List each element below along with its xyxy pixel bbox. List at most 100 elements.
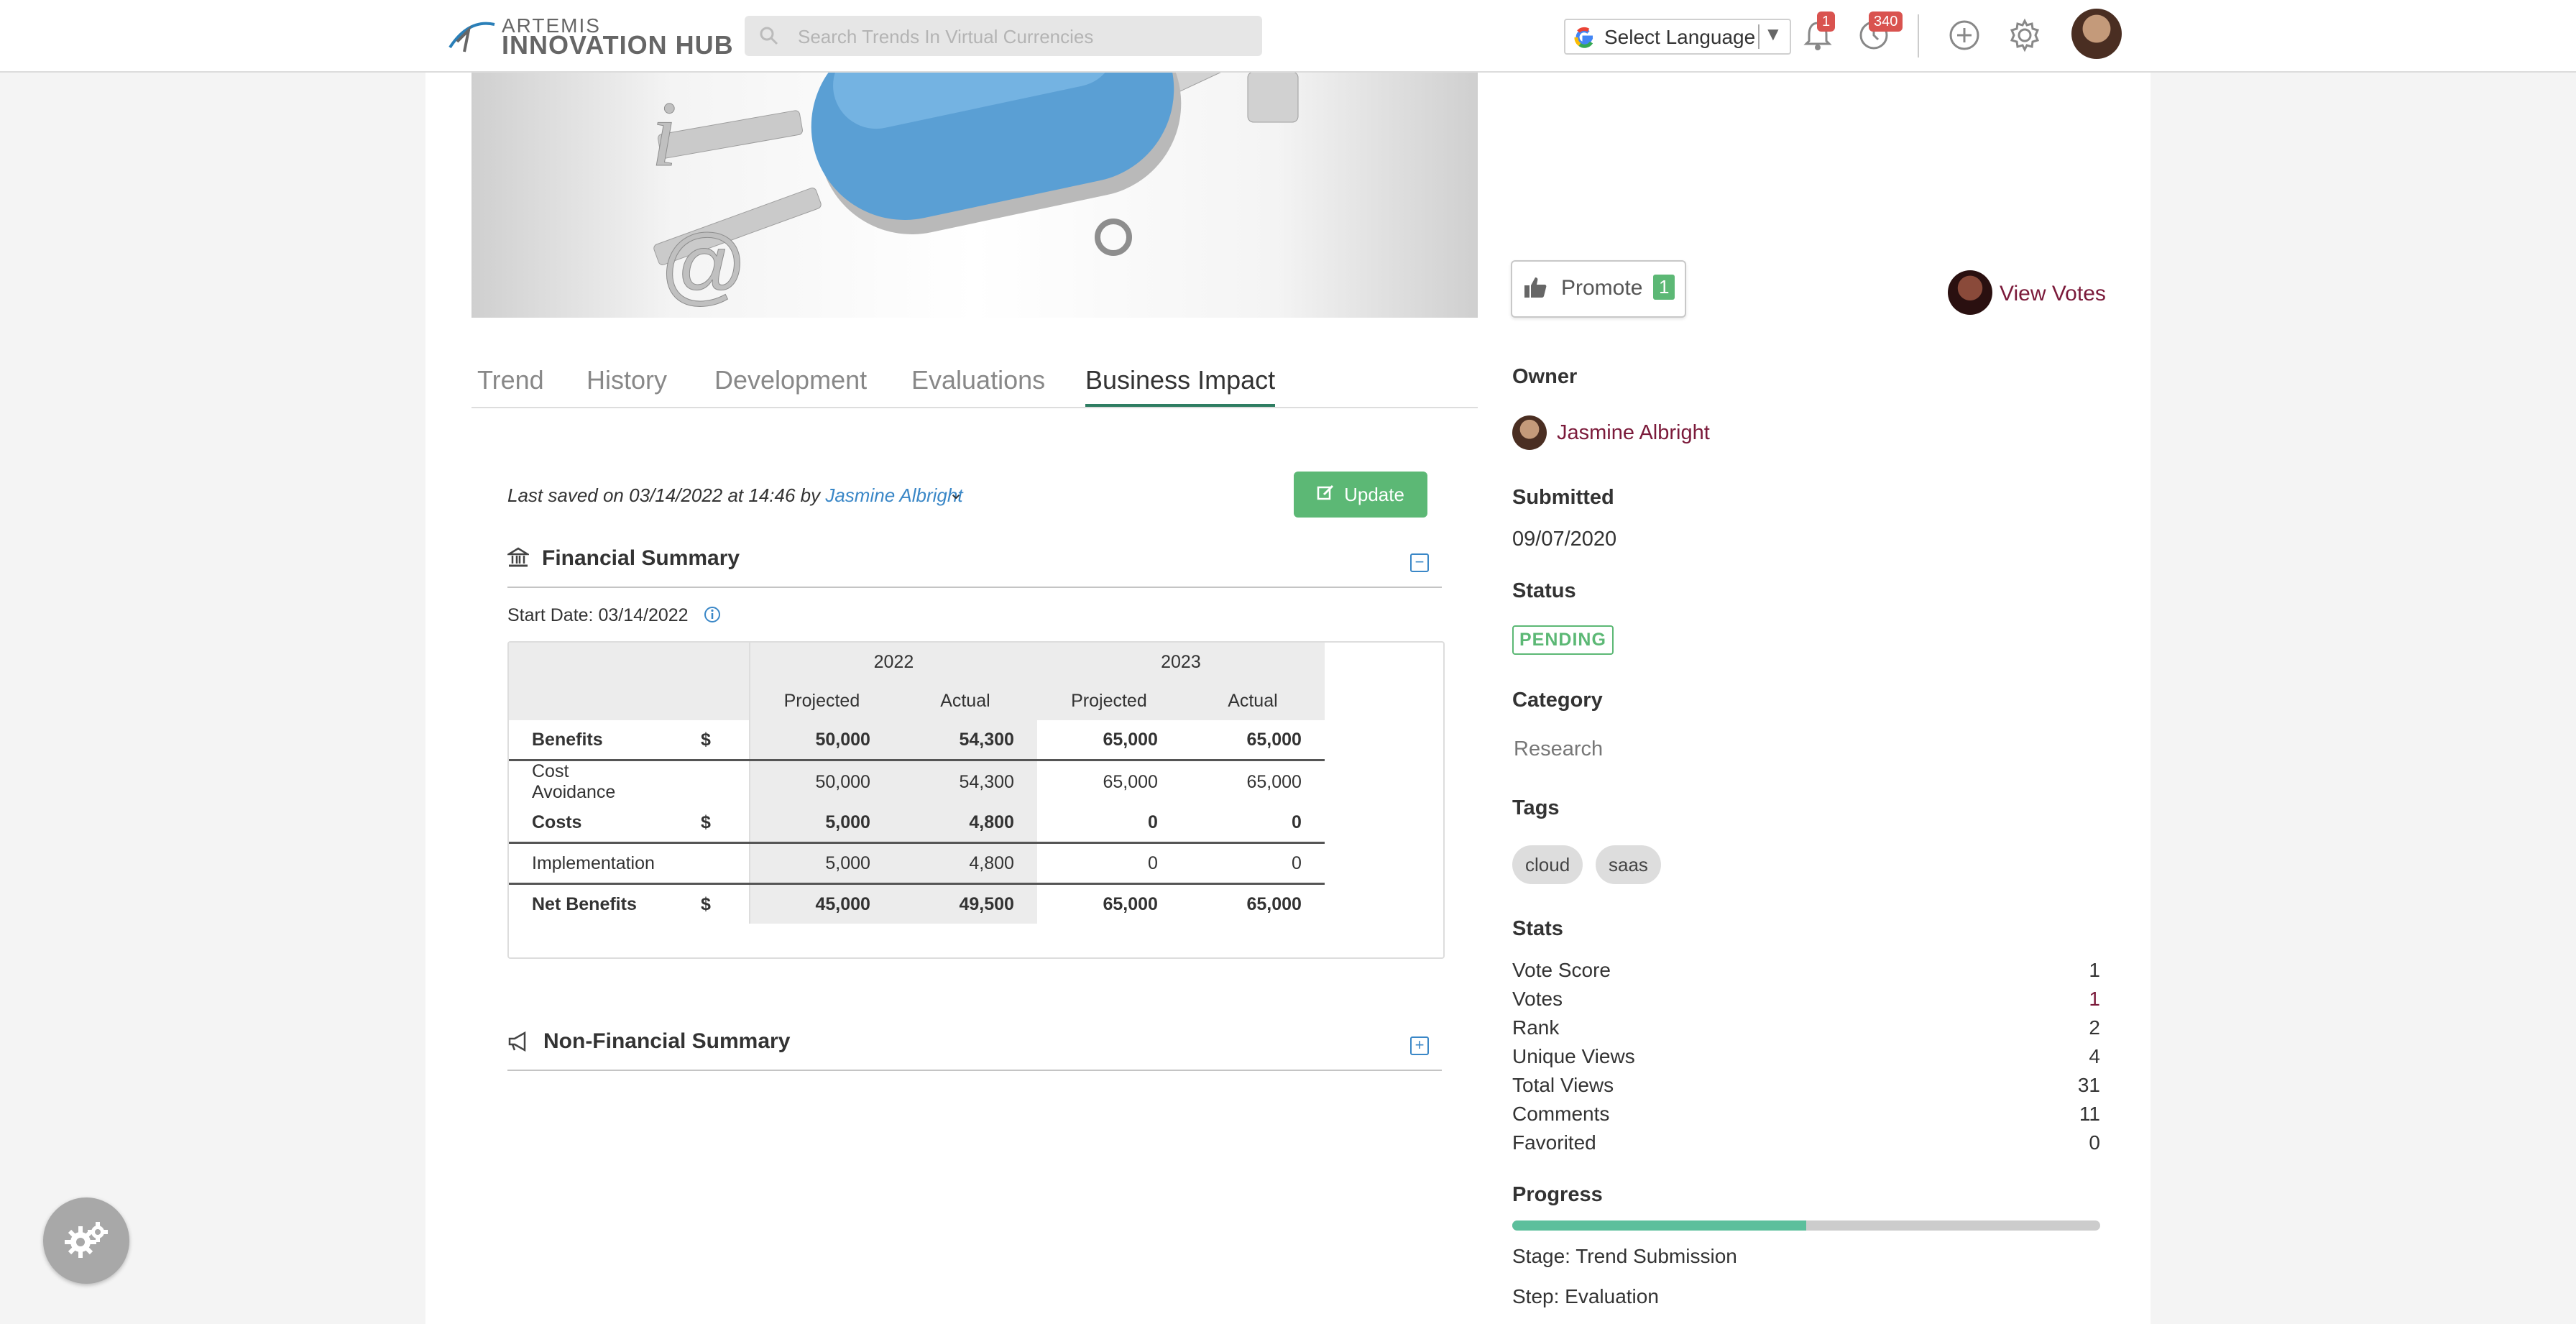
megaphone-icon	[507, 1031, 530, 1056]
last-saved-text: Last saved on 03/14/2022 at 14:46 by Jas…	[507, 484, 963, 507]
promote-count-badge: 1	[1653, 275, 1675, 300]
cell-value: 0	[1180, 842, 1325, 885]
top-navigation-bar: ARTEMIS INNOVATION HUB Select Language ▼…	[0, 0, 2576, 73]
tab-business-impact[interactable]: Business Impact	[1085, 365, 1276, 407]
detail-tabs: Trend History Development Evaluations Bu…	[472, 359, 1478, 408]
last-saved-user-link[interactable]: Jasmine Albright	[825, 484, 962, 506]
language-label: Select Language	[1604, 26, 1756, 48]
info-icon[interactable]	[703, 605, 722, 624]
gears-icon	[65, 1222, 108, 1258]
google-g-icon	[1571, 24, 1597, 50]
submitted-date: 09/07/2020	[1512, 528, 1617, 551]
cell-value: 65,000	[1180, 720, 1325, 761]
progress-bar	[1512, 1220, 2100, 1231]
votes-value-link[interactable]: 1	[2089, 988, 2100, 1011]
stat-label: Comments	[1512, 1103, 1610, 1125]
cell-value: 4,800	[893, 803, 1037, 844]
stat-row: Total Views 31	[1512, 1074, 2100, 1097]
add-circle-icon[interactable]	[1946, 17, 1982, 53]
table-corner	[509, 643, 750, 720]
tab-history[interactable]: History	[586, 365, 667, 404]
logo-swoosh-icon	[447, 16, 497, 56]
promote-label: Promote	[1561, 276, 1643, 300]
category-label: Category	[1512, 689, 1603, 712]
tab-development[interactable]: Development	[714, 365, 867, 404]
cell-value: 54,300	[893, 760, 1037, 803]
column-header: Actual	[893, 681, 1037, 720]
cell-value: 54,300	[893, 720, 1037, 761]
stat-label: Votes	[1512, 988, 1563, 1010]
cell-value: 5,000	[749, 803, 893, 844]
cell-value: 65,000	[1036, 720, 1181, 761]
submitted-label: Submitted	[1512, 486, 1614, 509]
row-label: Cost Avoidance	[532, 761, 616, 802]
stat-row: Comments 11	[1512, 1103, 2100, 1126]
stat-row: Rank 2	[1512, 1016, 2100, 1039]
owner-name-link[interactable]: Jasmine Albright	[1557, 421, 1710, 445]
table-row: Cost Avoidance 50,000 54,300 65,000 65,0…	[509, 760, 1325, 803]
settings-fab-button[interactable]	[43, 1197, 129, 1284]
notifications-badge: 1	[1817, 12, 1836, 32]
stat-value: 0	[2089, 1131, 2100, 1154]
update-button-label: Update	[1344, 483, 1404, 505]
promote-button[interactable]: Promote 1	[1511, 260, 1686, 318]
column-header: Actual	[1180, 681, 1325, 720]
row-label: Benefits	[509, 720, 678, 761]
stat-row: Favorited 0	[1512, 1131, 2100, 1154]
cell-value: 4,800	[893, 842, 1037, 885]
gear-icon[interactable]	[2007, 17, 2043, 53]
view-votes-link[interactable]: View Votes	[2000, 282, 2106, 306]
stat-label: Unique Views	[1512, 1045, 1635, 1067]
user-avatar[interactable]	[2071, 9, 2122, 59]
collapse-icon[interactable]: −	[1410, 553, 1429, 572]
cell-value: 0	[1036, 803, 1181, 844]
language-selector[interactable]: Select Language ▼	[1564, 19, 1791, 55]
language-separator	[1758, 24, 1760, 49]
stat-value: 31	[2077, 1074, 2100, 1096]
chevron-down-icon[interactable]: ⌄	[949, 483, 963, 504]
cell-value: 65,000	[1103, 771, 1158, 792]
bank-icon	[505, 546, 531, 571]
tab-trend[interactable]: Trend	[477, 365, 544, 404]
search-bar[interactable]	[745, 16, 1262, 58]
logo-text-bottom: INNOVATION HUB	[502, 30, 734, 60]
tag-chip[interactable]: cloud	[1512, 845, 1583, 884]
stat-row: Vote Score 1	[1512, 959, 2100, 982]
cell-value: 65,000	[1246, 771, 1302, 792]
chevron-down-icon: ▼	[1764, 23, 1782, 45]
stat-value: 11	[2079, 1103, 2100, 1125]
edit-icon	[1317, 483, 1335, 507]
tags-label: Tags	[1512, 796, 1560, 819]
financial-table: 2022 2023 Projected Actual Projected Act…	[509, 643, 1325, 924]
voter-avatar	[1948, 270, 1992, 315]
status-label: Status	[1512, 579, 1576, 602]
row-currency: $	[677, 883, 750, 924]
tag-chip[interactable]: saas	[1596, 845, 1661, 884]
row-label: Net Benefits	[532, 893, 637, 914]
column-header: Projected	[749, 681, 893, 720]
row-currency	[677, 760, 750, 803]
table-row: Benefits $ 50,000 54,300 65,000 65,000	[509, 720, 1325, 761]
search-input[interactable]	[796, 16, 1245, 58]
stage-text: Stage: Trend Submission	[1512, 1245, 1737, 1267]
start-date: Start Date: 03/14/2022	[507, 605, 689, 625]
non-financial-summary-divider	[507, 1070, 1442, 1071]
cell-value: 65,000	[1246, 893, 1302, 914]
thumbs-up-icon	[1522, 275, 1548, 300]
stat-label: Total Views	[1512, 1074, 1614, 1096]
cell-value: 0	[1180, 803, 1325, 844]
tab-evaluations[interactable]: Evaluations	[911, 365, 1045, 404]
table-row: Implementation 5,000 4,800 0 0	[509, 842, 1325, 885]
row-currency: $	[677, 803, 750, 844]
expand-icon[interactable]: +	[1410, 1036, 1429, 1055]
progress-bar-fill	[1512, 1220, 1806, 1231]
row-currency: $	[677, 720, 750, 761]
update-button[interactable]: Update	[1294, 472, 1427, 518]
svg-text:i: i	[651, 83, 677, 186]
step-text: Step: Evaluation	[1512, 1285, 1659, 1307]
search-icon	[759, 26, 779, 46]
row-label: Costs	[509, 803, 678, 844]
table-row: Costs $ 5,000 4,800 0 0	[509, 803, 1325, 844]
stats-label: Stats	[1512, 917, 1563, 940]
stat-label: Vote Score	[1512, 959, 1611, 981]
